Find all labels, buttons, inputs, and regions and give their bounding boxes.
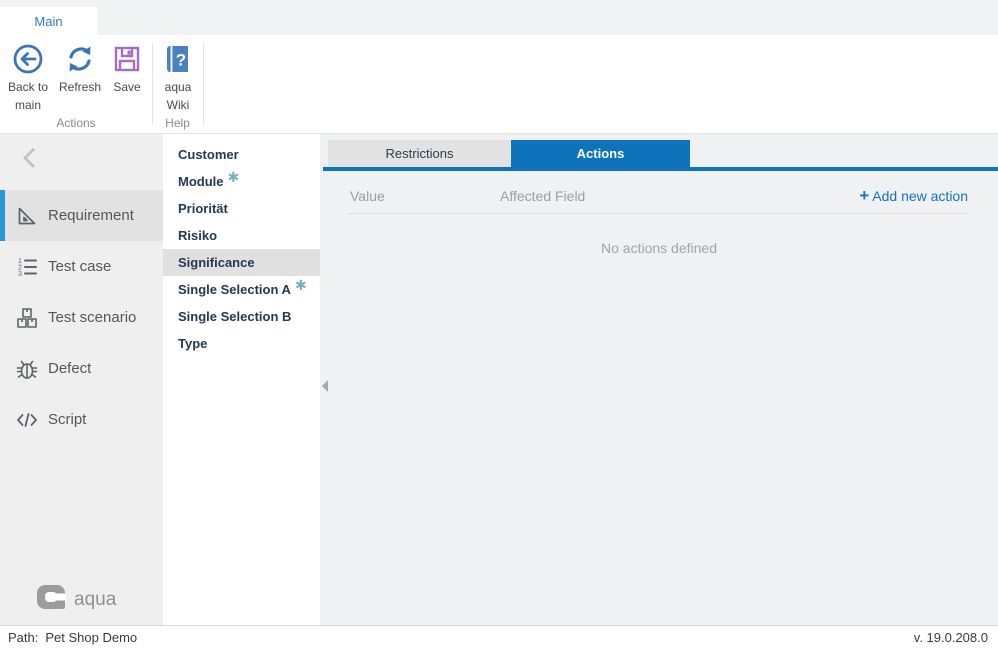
aqua-logo-text: aqua: [74, 589, 116, 611]
back-to-main-button[interactable]: Back to main: [5, 43, 51, 114]
plus-icon: +: [859, 186, 869, 205]
save-button[interactable]: Save: [105, 43, 149, 96]
tab-restrictions[interactable]: Restrictions: [328, 140, 511, 167]
sidebar-item-label: Test scenario: [48, 309, 136, 326]
tab-actions[interactable]: Actions: [511, 140, 690, 167]
field-label: Module: [178, 174, 224, 189]
field-item-module[interactable]: Module ✱: [163, 168, 320, 195]
sidebar-item-label: Defect: [48, 360, 91, 377]
required-asterisk-icon: ✱: [295, 277, 307, 294]
path-value: Pet Shop Demo: [45, 630, 137, 645]
main-content: Restrictions Actions Value Affected Fiel…: [320, 134, 998, 625]
ribbon-group-separator: [152, 43, 153, 125]
refresh-button[interactable]: Refresh: [55, 43, 105, 96]
sidebar-item-script[interactable]: Script: [0, 394, 163, 445]
field-label: Customer: [178, 147, 239, 162]
app-window: Main Back to main Re: [0, 0, 998, 648]
ribbon: Back to main Refresh: [0, 35, 998, 134]
stacked-boxes-icon: [15, 306, 39, 330]
sidebar-item-label: Test case: [48, 258, 111, 275]
sidebar: Requirement 123 Test case: [0, 134, 163, 625]
field-label: Significance: [178, 255, 255, 270]
sidebar-item-label: Script: [48, 411, 86, 428]
panel-collapse-handle[interactable]: [321, 378, 329, 394]
aqua-wiki-label: aqua Wiki: [165, 80, 192, 112]
version-label: v. 19.0.208.0: [914, 630, 988, 645]
empty-actions-message: No actions defined: [320, 240, 998, 256]
sidebar-collapse-button[interactable]: [18, 146, 42, 170]
aqua-logo: aqua: [36, 582, 116, 617]
field-item-type[interactable]: Type: [163, 330, 320, 357]
aqua-wiki-button[interactable]: ? aqua Wiki: [154, 43, 202, 114]
sidebar-item-test-case[interactable]: 123 Test case: [0, 241, 163, 292]
field-item-prioritaet[interactable]: Priorität: [163, 195, 320, 222]
field-item-single-selection-a[interactable]: Single Selection A ✱: [163, 276, 320, 303]
required-asterisk-icon: ✱: [228, 169, 240, 186]
ribbon-group-actions-label: Actions: [0, 116, 152, 130]
ribbon-group-help-label: Help: [152, 116, 203, 130]
field-list-panel: Customer Module ✱ Priorität Risiko Signi…: [163, 134, 320, 625]
requirement-icon: [15, 204, 39, 228]
refresh-icon: [64, 43, 96, 75]
add-new-action-label: Add new action: [872, 188, 968, 204]
save-floppy-icon: [111, 43, 143, 75]
field-label: Single Selection A: [178, 282, 291, 297]
code-icon: [15, 408, 39, 432]
sidebar-item-label: Requirement: [48, 207, 134, 224]
add-new-action-link[interactable]: +Add new action: [859, 186, 968, 206]
sidebar-item-test-scenario[interactable]: Test scenario: [0, 292, 163, 343]
aqua-logo-icon: [36, 582, 66, 617]
field-item-significance[interactable]: Significance: [163, 249, 320, 276]
field-label: Single Selection B: [178, 309, 291, 324]
sidebar-item-requirement[interactable]: Requirement: [0, 190, 163, 241]
wiki-book-icon: ?: [162, 43, 194, 75]
field-item-single-selection-b[interactable]: Single Selection B: [163, 303, 320, 330]
field-label: Priorität: [178, 201, 228, 216]
table-header-divider: [348, 213, 968, 214]
ribbon-tab-main[interactable]: Main: [0, 7, 97, 35]
back-arrow-icon: [12, 43, 44, 75]
refresh-label: Refresh: [59, 80, 101, 94]
svg-text:?: ?: [176, 51, 186, 70]
ribbon-group-separator: [203, 43, 204, 125]
field-item-customer[interactable]: Customer: [163, 141, 320, 168]
column-header-value: Value: [350, 188, 385, 204]
sidebar-item-defect[interactable]: Defect: [0, 343, 163, 394]
active-tab-underline: [323, 167, 998, 171]
path-label: Path:: [8, 630, 38, 645]
back-to-main-label: Back to main: [8, 80, 48, 112]
numbered-list-icon: 123: [15, 255, 39, 279]
ribbon-tabstrip: Main: [0, 0, 998, 35]
svg-text:3: 3: [18, 271, 22, 278]
field-label: Type: [178, 336, 207, 351]
save-label: Save: [113, 80, 140, 94]
bug-icon: [15, 357, 39, 381]
field-item-risiko[interactable]: Risiko: [163, 222, 320, 249]
column-header-affected-field: Affected Field: [500, 188, 585, 204]
field-label: Risiko: [178, 228, 217, 243]
status-bar: Path: Pet Shop Demo v. 19.0.208.0: [0, 625, 998, 648]
